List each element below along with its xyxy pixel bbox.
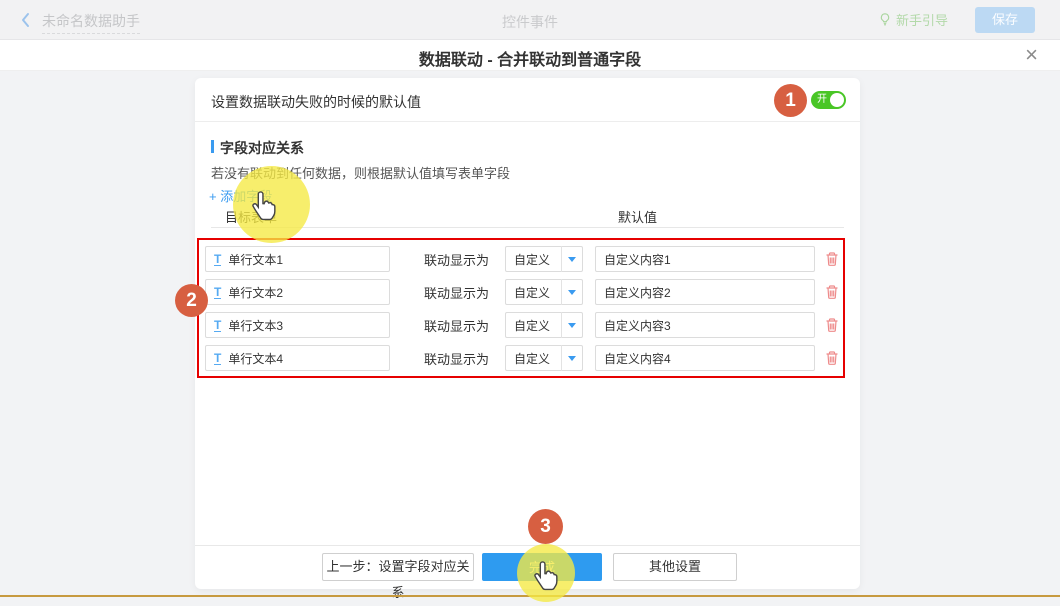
- table-row: T 单行文本4 联动显示为 自定义 自定义内容4: [205, 345, 850, 371]
- default-value-header-label: 设置数据联动失败的时候的默认值: [211, 92, 421, 112]
- link-display-label: 联动显示为: [424, 316, 489, 335]
- previous-step-button[interactable]: 上一步：设置字段对应关系: [322, 553, 474, 581]
- section-description: 若没有联动到任何数据，则根据默认值填写表单字段: [211, 163, 510, 182]
- column-header-target: 目标表单: [225, 207, 277, 226]
- save-button[interactable]: 保存: [975, 7, 1035, 33]
- default-value-input[interactable]: 自定义内容3: [595, 312, 815, 338]
- modal-title-bar: 数据联动 - 合并联动到普通字段 ×: [0, 40, 1060, 71]
- settings-panel: 设置数据联动失败的时候的默认值 开 字段对应关系 若没有联动到任何数据，则根据默…: [195, 78, 860, 589]
- text-field-icon: T: [214, 286, 221, 299]
- column-header-default: 默认值: [618, 207, 657, 226]
- link-display-label: 联动显示为: [424, 250, 489, 269]
- screen: 未命名数据助手 控件事件 新手引导 保存 数据联动 - 合并联动到普通字段 × …: [0, 0, 1060, 600]
- target-field-input[interactable]: T 单行文本1: [205, 246, 390, 272]
- modal-title: 数据联动 - 合并联动到普通字段: [0, 46, 1060, 70]
- chevron-down-icon: [561, 279, 582, 305]
- default-value-text: 自定义内容1: [604, 251, 671, 268]
- table-row: T 单行文本1 联动显示为 自定义 自定义内容1: [205, 246, 850, 272]
- beginner-guide-button[interactable]: 新手引导: [878, 10, 948, 29]
- target-field-input[interactable]: T 单行文本4: [205, 345, 390, 371]
- link-display-label: 联动显示为: [424, 349, 489, 368]
- annotation-badge-3: 3: [528, 509, 563, 544]
- target-field-input[interactable]: T 单行文本2: [205, 279, 390, 305]
- footer-divider: [195, 545, 860, 546]
- chevron-down-icon: [561, 312, 582, 338]
- chevron-down-icon: [561, 246, 582, 272]
- link-display-label: 联动显示为: [424, 283, 489, 302]
- column-header-divider: [211, 227, 844, 228]
- default-value-text: 自定义内容2: [604, 284, 671, 301]
- toggle-on-label: 开: [817, 94, 827, 106]
- default-value-input[interactable]: 自定义内容1: [595, 246, 815, 272]
- delete-row-icon[interactable]: [824, 317, 840, 333]
- chevron-down-icon: [561, 345, 582, 371]
- mode-select[interactable]: 自定义: [505, 345, 583, 371]
- lightbulb-icon: [878, 12, 892, 27]
- done-button[interactable]: 完成: [482, 553, 602, 581]
- add-field-link[interactable]: + 添加字段: [209, 186, 272, 205]
- text-field-icon: T: [214, 319, 221, 332]
- text-field-icon: T: [214, 352, 221, 365]
- table-row: T 单行文本3 联动显示为 自定义 自定义内容3: [205, 312, 850, 338]
- default-value-toggle[interactable]: 开: [811, 91, 846, 109]
- annotation-badge-1: 1: [774, 84, 807, 117]
- target-field-name: 单行文本1: [228, 251, 283, 268]
- default-value-input[interactable]: 自定义内容2: [595, 279, 815, 305]
- mode-select[interactable]: 自定义: [505, 312, 583, 338]
- top-bar: 未命名数据助手 控件事件 新手引导 保存: [0, 0, 1060, 40]
- mode-select-value: 自定义: [506, 350, 561, 367]
- default-value-header-row: 设置数据联动失败的时候的默认值 开: [195, 78, 860, 122]
- annotation-badge-2: 2: [175, 284, 208, 317]
- default-value-input[interactable]: 自定义内容4: [595, 345, 815, 371]
- mode-select[interactable]: 自定义: [505, 246, 583, 272]
- mode-select-value: 自定义: [506, 317, 561, 334]
- target-field-input[interactable]: T 单行文本3: [205, 312, 390, 338]
- toggle-knob: [830, 93, 844, 107]
- delete-row-icon[interactable]: [824, 284, 840, 300]
- target-field-name: 单行文本2: [228, 284, 283, 301]
- target-field-name: 单行文本3: [228, 317, 283, 334]
- mode-select-value: 自定义: [506, 251, 561, 268]
- delete-row-icon[interactable]: [824, 350, 840, 366]
- text-field-icon: T: [214, 253, 221, 266]
- default-value-text: 自定义内容4: [604, 350, 671, 367]
- default-value-text: 自定义内容3: [604, 317, 671, 334]
- bottom-accent-line: [0, 595, 1060, 597]
- delete-row-icon[interactable]: [824, 251, 840, 267]
- table-row: T 单行文本2 联动显示为 自定义 自定义内容2: [205, 279, 850, 305]
- section-title: 字段对应关系: [211, 138, 304, 158]
- beginner-guide-label: 新手引导: [896, 10, 948, 29]
- other-settings-button[interactable]: 其他设置: [613, 553, 737, 581]
- mode-select-value: 自定义: [506, 284, 561, 301]
- close-icon[interactable]: ×: [1025, 43, 1038, 67]
- mode-select[interactable]: 自定义: [505, 279, 583, 305]
- target-field-name: 单行文本4: [228, 350, 283, 367]
